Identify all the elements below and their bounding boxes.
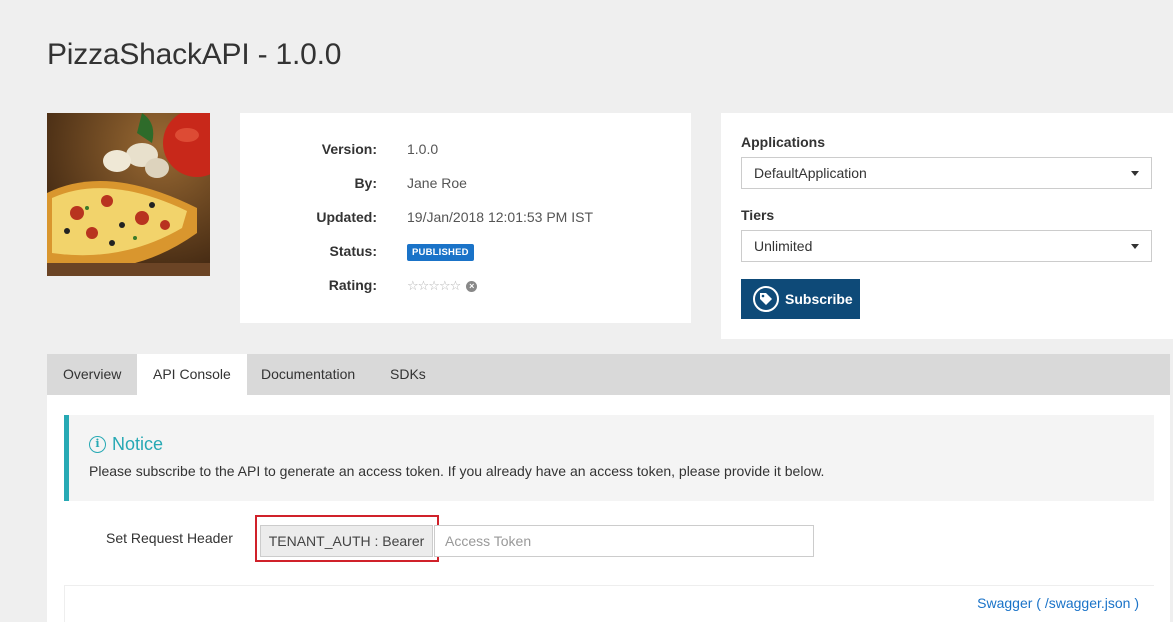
author-label: By: [354, 175, 377, 191]
version-label: Version: [321, 141, 377, 157]
rating-label: Rating: [328, 277, 377, 293]
tab-bar: Overview API Console Documentation SDKs [47, 354, 1170, 395]
notice-title: Notice [112, 434, 164, 454]
applications-select-value: DefaultApplication [754, 165, 867, 181]
tab-overview[interactable]: Overview [47, 354, 137, 395]
status-label: Status: [329, 243, 377, 259]
status-row: Status: PUBLISHED [240, 243, 691, 263]
tiers-select[interactable]: Unlimited [741, 230, 1152, 262]
subscribe-button[interactable]: Subscribe [741, 279, 860, 319]
updated-row: Updated: 19/Jan/2018 12:01:53 PM IST [240, 209, 691, 229]
updated-value: 19/Jan/2018 12:01:53 PM IST [407, 209, 594, 225]
applications-label: Applications [741, 134, 826, 150]
auth-header-button[interactable]: TENANT_AUTH : Bearer [260, 525, 433, 557]
clear-rating-icon[interactable]: × [466, 281, 478, 292]
rating-stars[interactable]: ☆☆☆☆☆ [407, 278, 461, 293]
swagger-panel: Swagger ( /swagger.json ) [64, 585, 1154, 622]
notice-box: i Notice Please subscribe to the API to … [64, 415, 1154, 501]
version-value: 1.0.0 [407, 141, 439, 157]
author-row: By: Jane Roe [240, 175, 691, 195]
subscribe-button-label: Subscribe [785, 291, 853, 307]
api-info-card: Version: 1.0.0 By: Jane Roe Updated: 19/… [240, 113, 691, 323]
access-token-input[interactable] [434, 525, 814, 557]
tiers-select-value: Unlimited [754, 238, 813, 254]
page-title: PizzaShackAPI - 1.0.0 [47, 38, 342, 71]
rating-row: Rating: ☆☆☆☆☆ × [240, 277, 691, 297]
info-circle-icon: i [89, 436, 106, 453]
status-badge: PUBLISHED [407, 244, 474, 261]
tab-api-console[interactable]: API Console [137, 354, 247, 395]
tiers-label: Tiers [741, 207, 775, 223]
version-row: Version: 1.0.0 [240, 141, 691, 161]
api-thumbnail [47, 113, 210, 276]
subscribe-card: Applications DefaultApplication Tiers Un… [721, 113, 1173, 339]
swagger-link[interactable]: Swagger ( /swagger.json ) [977, 595, 1139, 611]
updated-label: Updated: [316, 209, 377, 225]
chevron-down-icon [1131, 244, 1139, 249]
api-console-panel: i Notice Please subscribe to the API to … [47, 395, 1170, 622]
notice-text: Please subscribe to the API to generate … [89, 463, 825, 479]
tag-icon [753, 286, 779, 312]
author-value: Jane Roe [407, 175, 467, 191]
tab-sdks[interactable]: SDKs [374, 354, 442, 395]
tab-documentation[interactable]: Documentation [245, 354, 371, 395]
chevron-down-icon [1131, 171, 1139, 176]
applications-select[interactable]: DefaultApplication [741, 157, 1152, 189]
request-header-label: Set Request Header [106, 530, 233, 546]
